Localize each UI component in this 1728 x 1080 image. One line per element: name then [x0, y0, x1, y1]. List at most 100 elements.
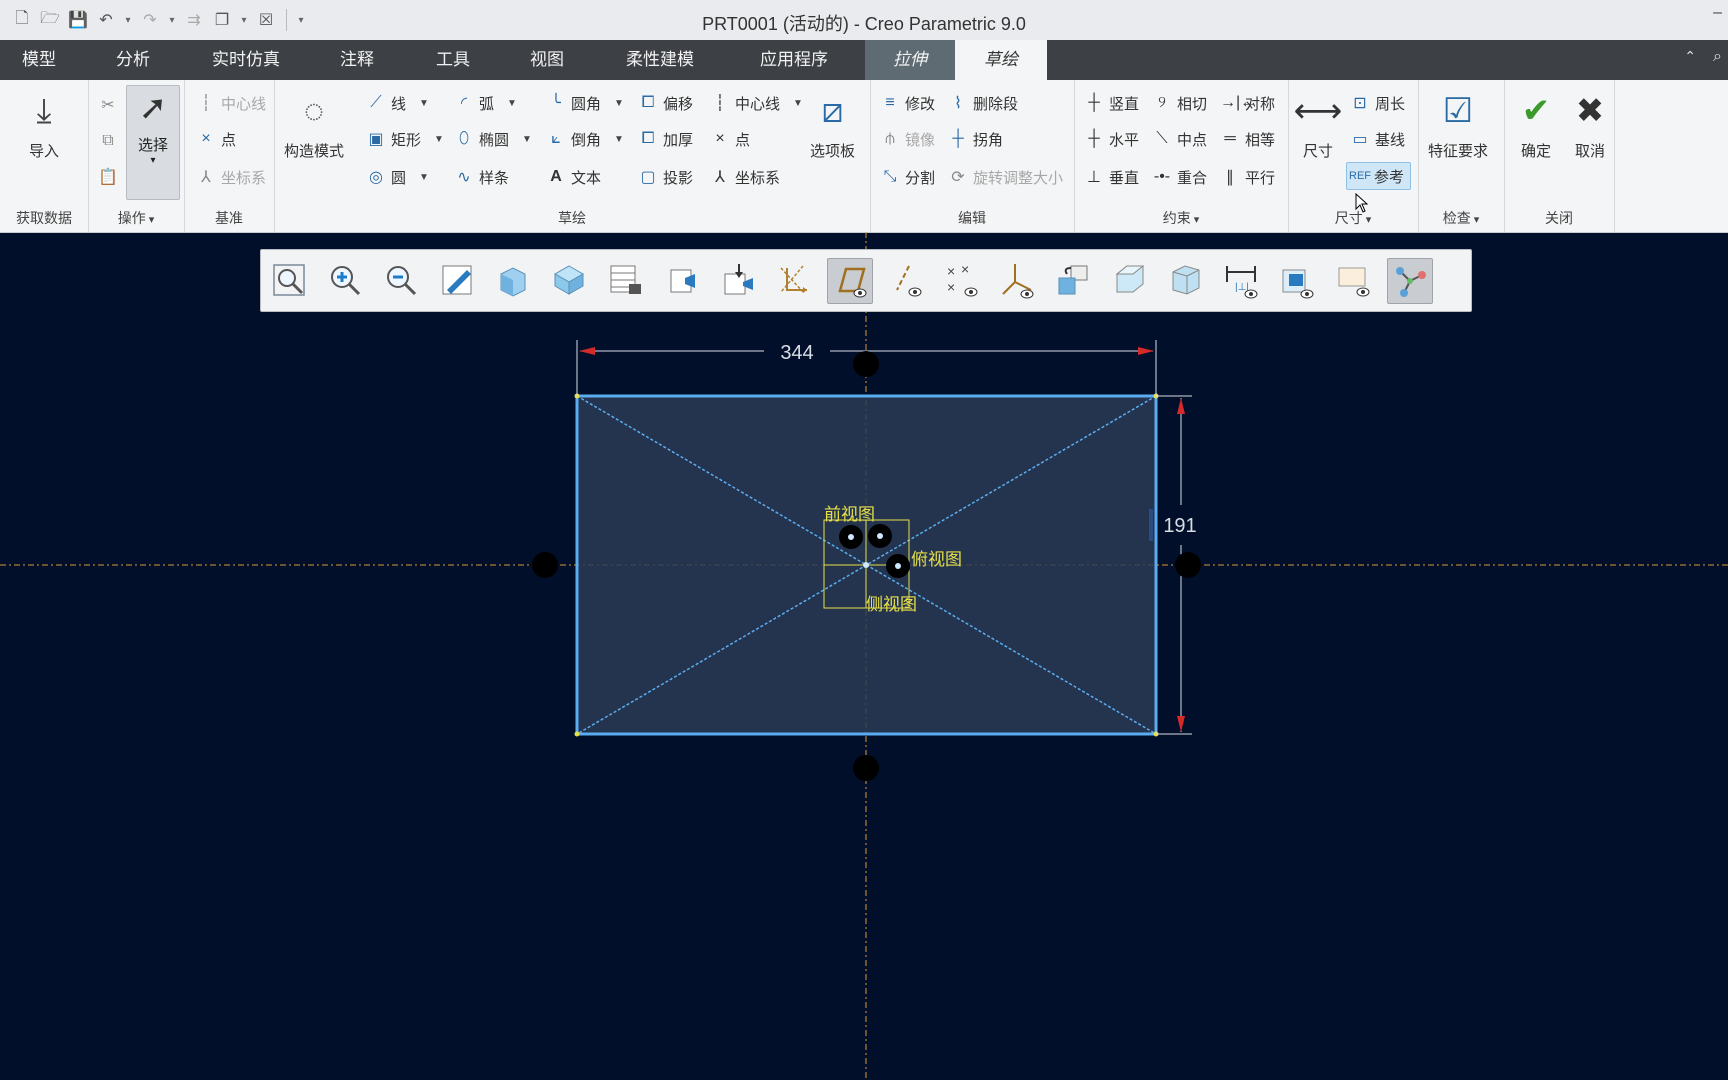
symmetry-constraint-top[interactable] — [853, 351, 879, 377]
offset-button[interactable]: ⧠ 偏移 — [638, 90, 693, 116]
ellipse-dropdown-icon[interactable]: ▼ — [522, 134, 532, 145]
top-view-label[interactable]: 俯视图 — [911, 550, 962, 570]
select-button[interactable]: ➚ 选择 ▾ — [126, 85, 180, 200]
circle-dropdown-icon[interactable]: ▼ — [419, 172, 429, 183]
reference-button[interactable]: REF 参考 — [1346, 162, 1412, 190]
display-style-button[interactable] — [491, 258, 535, 302]
midpoint-button[interactable]: ⟍ 中点 — [1152, 126, 1207, 152]
hidden-line-button[interactable] — [1163, 258, 1207, 302]
rotate-resize-button[interactable]: ⟳ 旋转调整大小 — [948, 164, 1063, 190]
select-dropdown-icon[interactable]: ▾ — [150, 155, 155, 166]
group-label-inspect[interactable]: 检查 — [1418, 208, 1504, 228]
modify-button[interactable]: ≡ 修改 — [880, 90, 935, 116]
baseline-button[interactable]: ▭ 基线 — [1350, 126, 1405, 152]
dimension-button[interactable]: ⟷ 尺寸 — [1294, 88, 1343, 161]
datum-centerline-button[interactable]: ┆ 中心线 — [196, 90, 266, 116]
saved-orientations-button[interactable] — [547, 258, 591, 302]
tab-annotate[interactable]: 注释 — [328, 40, 386, 80]
thicken-button[interactable]: ⧠ 加厚 — [638, 126, 693, 152]
spin-center-button[interactable] — [1051, 258, 1095, 302]
dimension-display-button[interactable]: |⊥| — [1219, 258, 1263, 302]
symmetric-button[interactable]: →|← 对称 — [1220, 90, 1275, 116]
cancel-button[interactable]: ✖ 取消 — [1568, 88, 1612, 161]
vertex-bottom-left[interactable] — [574, 731, 580, 737]
perpendicular-button[interactable]: ⊥ 垂直 — [1084, 164, 1139, 190]
vertex-display-button[interactable] — [1331, 258, 1375, 302]
rectangle-button[interactable]: ▣ 矩形 ▼ — [366, 126, 443, 152]
arc-dropdown-icon[interactable]: ▼ — [507, 98, 517, 109]
corner-button[interactable]: ┼ 拐角 — [948, 126, 1003, 152]
chamfer-button[interactable]: ⟀ 倒角 ▼ — [546, 126, 624, 152]
spline-button[interactable]: ∿ 样条 — [454, 164, 509, 190]
datum-axis-display-button[interactable] — [883, 258, 927, 302]
tab-sketch[interactable]: 草绘 — [955, 40, 1047, 80]
delete-segment-button[interactable]: ⌇ 删除段 — [948, 90, 1018, 116]
palette-button[interactable]: ⧄ 选项板 — [810, 88, 855, 161]
tab-flexible-modeling[interactable]: 柔性建模 — [618, 40, 702, 80]
symmetry-constraint-left[interactable] — [532, 552, 558, 578]
coincident-button[interactable]: -•- 重合 — [1152, 164, 1207, 190]
width-dimension-value[interactable]: 344 — [780, 342, 813, 364]
fillet-dropdown-icon[interactable]: ▼ — [614, 98, 624, 109]
point-display-button[interactable]: × × × — [939, 258, 983, 302]
orient-3d-button[interactable] — [771, 258, 815, 302]
group-label-operations[interactable]: 操作 — [88, 208, 184, 228]
tab-tools[interactable]: 工具 — [424, 40, 482, 80]
feature-requirements-button[interactable]: ☑ 特征要求 — [1428, 88, 1488, 161]
refit-button[interactable] — [267, 258, 311, 302]
horizontal-button[interactable]: ┼ 水平 — [1084, 126, 1139, 152]
sketch-point-button[interactable]: × 点 — [710, 126, 750, 152]
circle-button[interactable]: ◎ 圆 ▼ — [366, 164, 429, 190]
constraint-display-button[interactable] — [1275, 258, 1319, 302]
cut-button[interactable]: ✂ — [98, 92, 118, 118]
copy-button[interactable]: ⧉ — [98, 128, 118, 154]
paste-button[interactable]: 📋 — [98, 164, 118, 190]
ellipse-button[interactable]: ⬯ 椭圆 ▼ — [454, 126, 532, 152]
group-label-dimension[interactable]: 尺寸 — [1288, 208, 1418, 228]
centerline-dropdown-icon[interactable]: ▼ — [793, 98, 803, 109]
tab-applications[interactable]: 应用程序 — [744, 40, 844, 80]
parallel-button[interactable]: ∥ 平行 — [1220, 164, 1275, 190]
tab-simulation[interactable]: 实时仿真 — [204, 40, 288, 80]
vertical-button[interactable]: ┼ 竖直 — [1084, 90, 1139, 116]
zoom-out-button[interactable] — [379, 258, 423, 302]
symmetry-constraint-right[interactable] — [1175, 552, 1201, 578]
tab-model[interactable]: 模型 — [10, 40, 68, 80]
front-view-label[interactable]: 前视图 — [824, 505, 875, 525]
arc-button[interactable]: ◜ 弧 ▼ — [454, 90, 517, 116]
tab-view[interactable]: 视图 — [518, 40, 576, 80]
search-icon[interactable]: ⌕ — [1713, 48, 1722, 66]
perspective-button[interactable] — [659, 258, 703, 302]
datum-csys-button[interactable]: ⅄ 坐标系 — [196, 164, 266, 190]
fillet-button[interactable]: ╰ 圆角 ▼ — [546, 90, 624, 116]
tangent-button[interactable]: ୨ 相切 — [1152, 90, 1207, 116]
datum-point-button[interactable]: × 点 — [196, 126, 236, 152]
mirror-button[interactable]: ⫛ 镜像 — [880, 126, 935, 152]
right-view-label[interactable]: 侧视图 — [866, 595, 917, 615]
line-button[interactable]: ⟋ 线 ▼ — [366, 90, 429, 116]
equal-button[interactable]: ═ 相等 — [1220, 126, 1275, 152]
datum-plane-display-button[interactable] — [827, 258, 873, 304]
divide-button[interactable]: ⤡ 分割 — [880, 164, 935, 190]
named-view-button[interactable] — [715, 258, 759, 302]
group-label-constrain[interactable]: 约束 — [1074, 208, 1288, 228]
graphics-window[interactable]: 344 191 前视图 俯视图 侧视图 — [0, 232, 1728, 1080]
project-button[interactable]: ▢ 投影 — [638, 164, 693, 190]
ok-button[interactable]: ✔ 确定 — [1514, 88, 1558, 161]
tab-analysis[interactable]: 分析 — [104, 40, 162, 80]
view-manager-button[interactable] — [603, 258, 647, 302]
collapse-ribbon-icon[interactable]: ⌃ — [1684, 48, 1696, 65]
height-dimension-value[interactable]: 191 — [1163, 515, 1196, 537]
section-button[interactable] — [1107, 258, 1151, 302]
chamfer-dropdown-icon[interactable]: ▼ — [614, 134, 624, 145]
sketch-centerline-button[interactable]: ┆ 中心线 ▼ — [710, 90, 803, 116]
tab-extrude[interactable]: 拉伸 — [865, 40, 955, 80]
sketch-origin[interactable] — [863, 562, 869, 568]
construction-mode-button[interactable]: ◌ 构造模式 — [284, 88, 344, 161]
symmetry-constraint-bottom[interactable] — [853, 755, 879, 781]
text-button[interactable]: A 文本 — [546, 164, 601, 190]
perimeter-button[interactable]: ⊡ 周长 — [1350, 90, 1405, 116]
sketcher-display-button[interactable] — [1387, 258, 1433, 304]
repaint-button[interactable] — [435, 258, 479, 302]
line-dropdown-icon[interactable]: ▼ — [419, 98, 429, 109]
